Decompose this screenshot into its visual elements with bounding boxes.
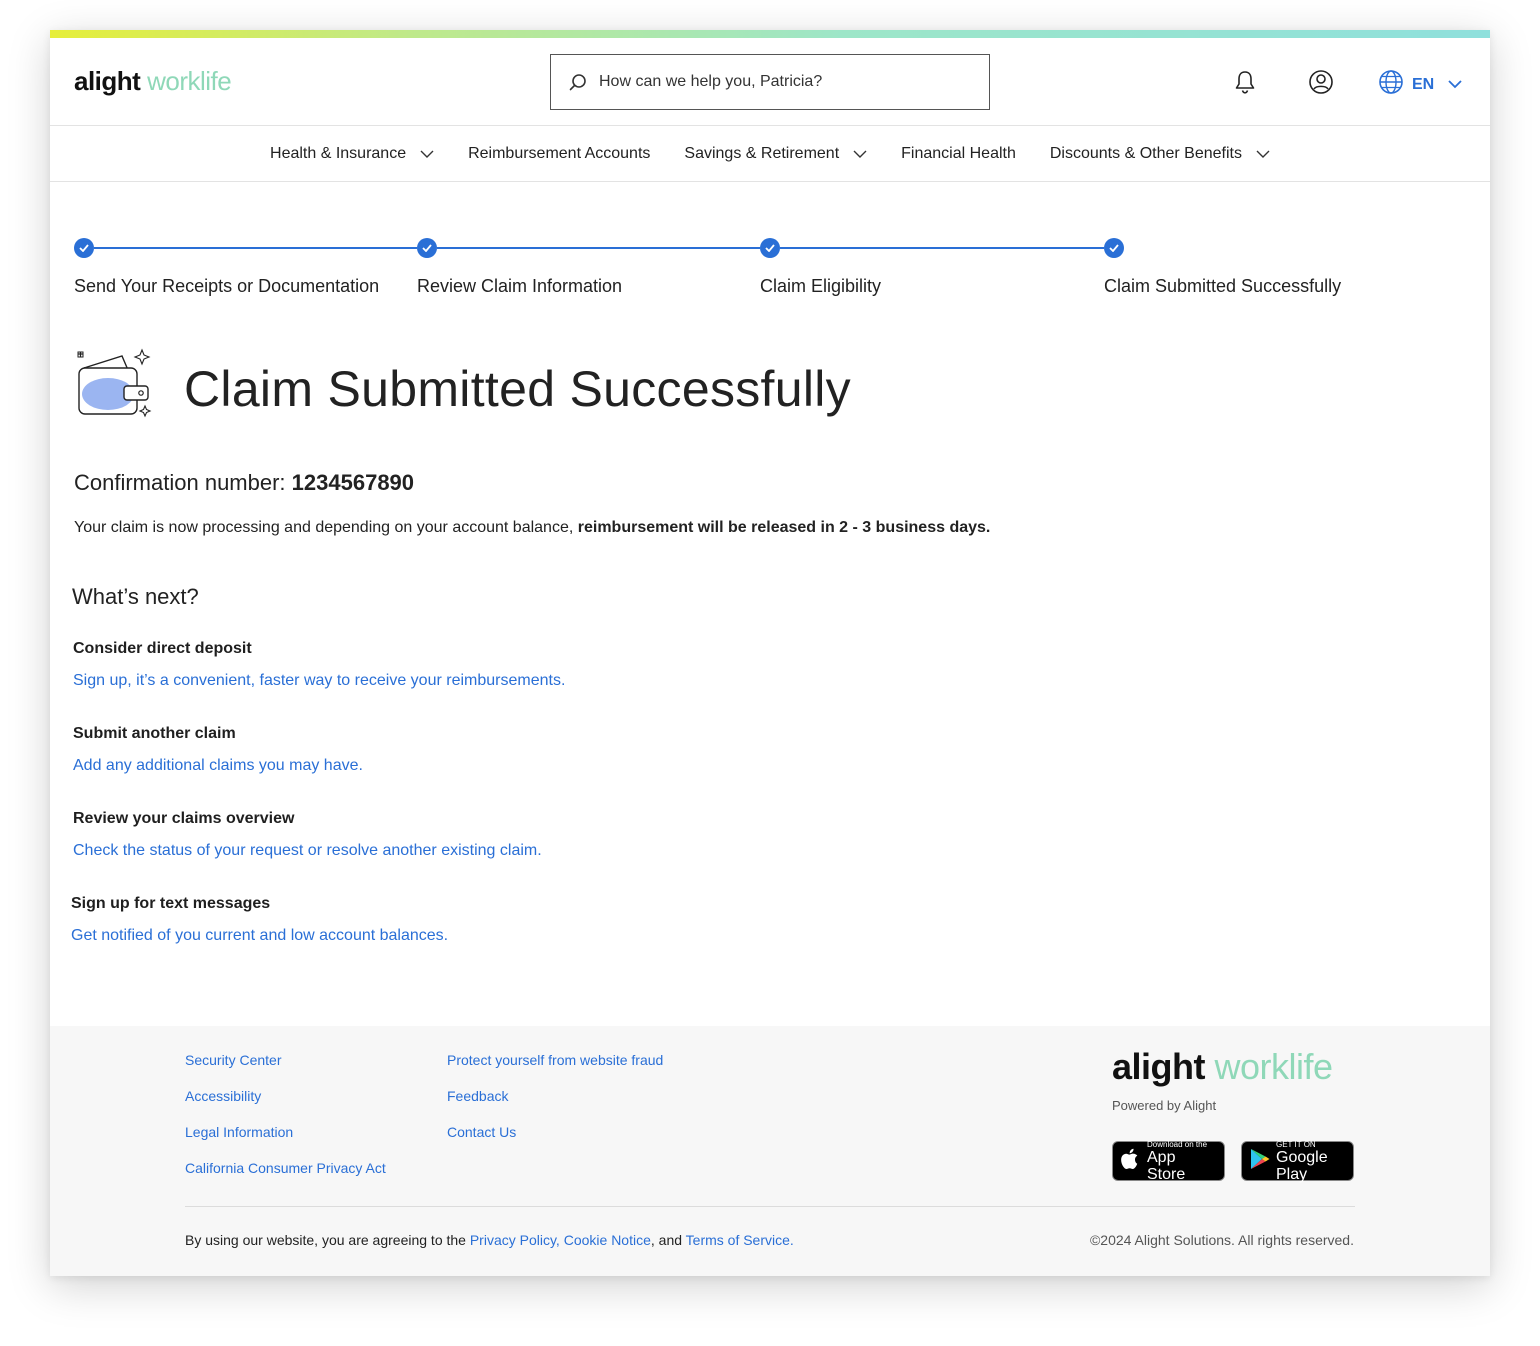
step-complete-check-icon (417, 238, 437, 258)
next-item-text-messages: Sign up for text messages Get notified o… (71, 895, 448, 945)
footer-link-security-center[interactable]: Security Center (185, 1052, 386, 1068)
search-box[interactable] (550, 54, 990, 110)
app-store-big-text: App Store (1147, 1148, 1186, 1183)
user-profile-icon[interactable] (1308, 69, 1334, 95)
step-label: Review Claim Information (417, 276, 623, 296)
copyright-text: ©2024 Alight Solutions. All rights reser… (1089, 1232, 1354, 1248)
next-item-submit-claim: Submit another claim Add any additional … (73, 725, 363, 775)
step-complete-check-icon (760, 238, 780, 258)
nav-discounts-other-benefits[interactable]: Discounts & Other Benefits (1050, 145, 1270, 163)
chevron-down-icon (1256, 145, 1270, 163)
chevron-down-icon (853, 145, 867, 163)
app-store-text: Download on the App Store (1147, 1140, 1216, 1183)
step-label: Claim Eligibility (760, 276, 882, 296)
next-item-title: Submit another claim (73, 725, 236, 742)
step-complete-check-icon (74, 238, 94, 258)
next-item-title: Sign up for text messages (71, 895, 271, 912)
next-item-title: Consider direct deposit (73, 640, 252, 657)
wallet-illustration-icon (74, 348, 154, 429)
app-store-badge[interactable]: Download on the App Store (1112, 1140, 1225, 1183)
google-play-small-text: GET IT ON (1276, 1139, 1316, 1149)
language-selector[interactable]: EN (1378, 69, 1462, 100)
legal-notice: By using our website, you are agreeing t… (185, 1232, 794, 1248)
chevron-down-icon (420, 145, 434, 163)
footer-link-legal-information[interactable]: Legal Information (185, 1124, 386, 1140)
logo-product: worklife (1214, 1046, 1334, 1087)
footer-link-feedback[interactable]: Feedback (447, 1088, 663, 1104)
nav-savings-retirement[interactable]: Savings & Retirement (684, 145, 867, 163)
search-input[interactable] (599, 73, 959, 91)
nav-label: Savings & Retirement (684, 144, 840, 162)
logo-product: worklife (147, 66, 232, 96)
search-icon (569, 72, 589, 92)
nav-reimbursement-accounts[interactable]: Reimbursement Accounts (468, 145, 650, 163)
footer-link-contact-us[interactable]: Contact Us (447, 1124, 663, 1140)
nav-health-insurance[interactable]: Health & Insurance (270, 145, 434, 163)
footer-links-column-1: Security Center Accessibility Legal Info… (185, 1052, 386, 1196)
page-title: Claim Submitted Successfully (184, 360, 851, 417)
step-label: Claim Submitted Successfully (1104, 276, 1342, 296)
claim-progress-stepper: Send Your Receipts or Documentation Revi… (74, 238, 1474, 318)
google-play-big-text: Google Play (1276, 1148, 1328, 1183)
google-play-badge[interactable]: GET IT ON Google Play (1241, 1140, 1354, 1183)
processing-bold-text: reimbursement will be released in 2 - 3 … (577, 519, 991, 536)
footer-link-accessibility[interactable]: Accessibility (185, 1088, 386, 1104)
alight-worklife-logo[interactable]: alight worklife (74, 66, 232, 97)
nav-label: Reimbursement Accounts (468, 144, 651, 162)
step-label: Send Your Receipts or Documentation (74, 276, 380, 296)
main-navigation: Health & Insurance Reimbursement Account… (50, 126, 1490, 182)
footer-divider (185, 1206, 1355, 1207)
confirmation-value: 1234567890 (291, 470, 415, 495)
nav-financial-health[interactable]: Financial Health (901, 145, 1016, 163)
powered-by-text: Powered by Alight (1112, 1098, 1217, 1113)
success-hero: Claim Submitted Successfully (74, 348, 851, 429)
step-connector (437, 247, 760, 249)
site-footer: Security Center Accessibility Legal Info… (50, 1026, 1490, 1276)
step-connector (94, 247, 417, 249)
footer-link-ccpa[interactable]: California Consumer Privacy Act (185, 1160, 386, 1176)
privacy-policy-link[interactable]: Privacy Policy, (470, 1232, 560, 1248)
legal-prefix: By using our website, you are agreeing t… (185, 1232, 466, 1248)
processing-text: Your claim is now processing and dependi… (74, 519, 574, 536)
whats-next-heading: What’s next? (72, 584, 199, 609)
google-play-text: GET IT ON Google Play (1276, 1140, 1345, 1183)
cookie-notice-link[interactable]: Cookie Notice (564, 1232, 651, 1248)
site-header: alight worklife EN (50, 38, 1490, 126)
nav-label: Discounts & Other Benefits (1049, 144, 1242, 162)
footer-link-website-fraud[interactable]: Protect yourself from website fraud (447, 1052, 663, 1068)
step-complete-check-icon (1104, 238, 1124, 258)
processing-message: Your claim is now processing and dependi… (74, 519, 990, 537)
footer-links-column-2: Protect yourself from website fraud Feed… (447, 1052, 663, 1160)
next-item-claims-overview: Review your claims overview Check the st… (73, 810, 542, 860)
step-connector (780, 247, 1104, 249)
confirmation-number: Confirmation number: 1234567890 (74, 470, 414, 496)
nav-label: Health & Insurance (270, 144, 407, 162)
claims-overview-link[interactable]: Check the status of your request or reso… (73, 842, 542, 860)
submit-another-claim-link[interactable]: Add any additional claims you may have. (73, 757, 363, 775)
globe-icon (1378, 69, 1404, 100)
logo-brand: alight (1112, 1046, 1206, 1087)
direct-deposit-link[interactable]: Sign up, it’s a convenient, faster way t… (73, 672, 565, 690)
chevron-down-icon (1448, 76, 1462, 94)
text-messages-link[interactable]: Get notified of you current and low acco… (71, 927, 448, 945)
google-play-icon (1250, 1148, 1270, 1175)
legal-and: , and (650, 1232, 683, 1248)
app-store-small-text: Download on the (1147, 1139, 1208, 1149)
language-label: EN (1412, 75, 1435, 93)
terms-of-service-link[interactable]: Terms of Service. (686, 1232, 794, 1248)
next-item-title: Review your claims overview (73, 810, 295, 827)
nav-label: Financial Health (901, 144, 1016, 162)
browser-frame: alight worklife EN Health & In (50, 30, 1490, 1276)
apple-icon (1121, 1148, 1141, 1175)
confirmation-label: Confirmation number: (74, 470, 286, 495)
brand-gradient-bar (50, 30, 1490, 38)
notifications-bell-icon[interactable] (1232, 69, 1258, 95)
logo-brand: alight (74, 66, 141, 96)
footer-alight-worklife-logo: alight worklife (1112, 1046, 1333, 1088)
next-item-direct-deposit: Consider direct deposit Sign up, it’s a … (73, 640, 565, 690)
